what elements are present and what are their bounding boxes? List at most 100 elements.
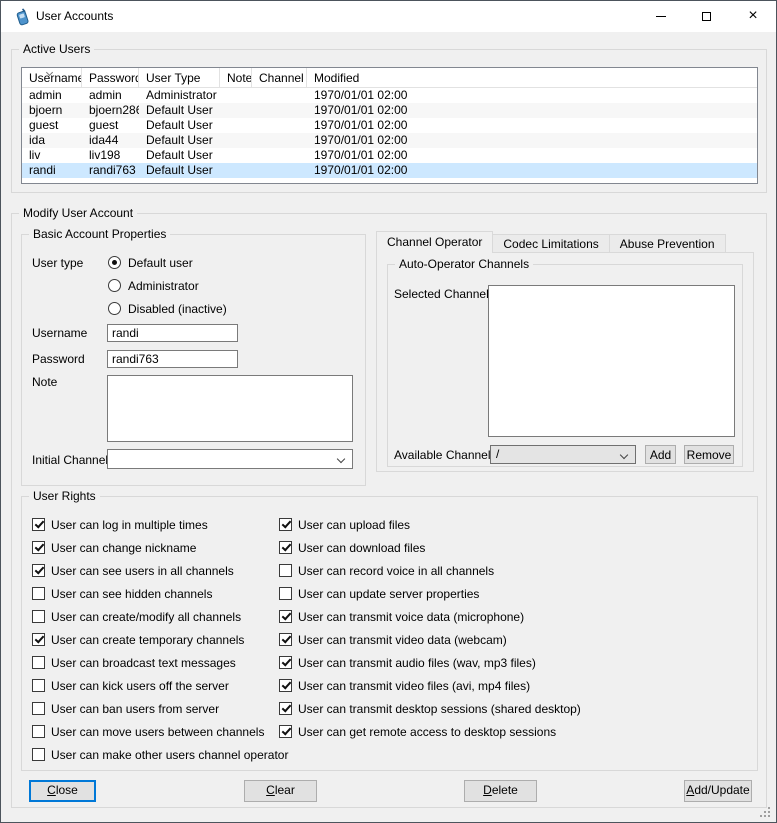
- available-channels-label: Available Channels: [394, 448, 497, 462]
- clear-button[interactable]: Clear: [244, 780, 317, 802]
- user-right-row[interactable]: User can create temporary channels: [32, 633, 244, 648]
- user-right-row[interactable]: User can download files: [279, 541, 425, 556]
- checkbox[interactable]: [279, 518, 292, 531]
- table-cell-username: bjoern: [22, 103, 82, 118]
- user-type-radio-row[interactable]: Administrator: [108, 279, 199, 294]
- maximize-button[interactable]: [684, 1, 730, 32]
- user-right-row[interactable]: User can transmit desktop sessions (shar…: [279, 702, 581, 717]
- selected-channels-list[interactable]: [488, 285, 735, 437]
- tab-bar: Channel OperatorCodec LimitationsAbuse P…: [376, 231, 725, 253]
- tab-abuse-prevention[interactable]: Abuse Prevention: [609, 234, 726, 253]
- minimize-button[interactable]: [638, 1, 684, 32]
- checkbox[interactable]: [32, 725, 45, 738]
- checkbox[interactable]: [279, 633, 292, 646]
- note-textarea[interactable]: [107, 375, 353, 442]
- checkbox[interactable]: [279, 587, 292, 600]
- user-right-row[interactable]: User can get remote access to desktop se…: [279, 725, 556, 740]
- table-cell-modified: 1970/01/01 02:00: [307, 88, 757, 103]
- checkbox[interactable]: [279, 564, 292, 577]
- table-cell-password: bjoern286: [82, 103, 139, 118]
- user-right-row[interactable]: User can transmit audio files (wav, mp3 …: [279, 656, 536, 671]
- user-right-row[interactable]: User can see users in all channels: [32, 564, 234, 579]
- active-users-group-label: Active Users: [19, 42, 94, 56]
- close-button[interactable]: Close: [29, 780, 96, 802]
- table-row[interactable]: guestguestDefault User1970/01/01 02:00: [22, 118, 757, 133]
- user-type-radio-row[interactable]: Disabled (inactive): [108, 302, 227, 317]
- delete-button[interactable]: Delete: [464, 780, 537, 802]
- password-input[interactable]: [107, 350, 238, 368]
- user-right-row[interactable]: User can broadcast text messages: [32, 656, 236, 671]
- user-right-row[interactable]: User can ban users from server: [32, 702, 219, 717]
- checkbox[interactable]: [32, 679, 45, 692]
- radio-button[interactable]: [108, 302, 121, 315]
- column-header[interactable]: Password: [82, 68, 139, 88]
- checkbox[interactable]: [32, 541, 45, 554]
- initial-channel-combobox[interactable]: [107, 449, 353, 469]
- user-right-row[interactable]: User can transmit video files (avi, mp4 …: [279, 679, 530, 694]
- username-input[interactable]: [107, 324, 238, 342]
- checkbox[interactable]: [279, 702, 292, 715]
- radio-button[interactable]: [108, 256, 121, 269]
- add-update-button[interactable]: Add/Update: [684, 780, 752, 802]
- table-row[interactable]: livliv198Default User1970/01/01 02:00: [22, 148, 757, 163]
- user-right-row[interactable]: User can record voice in all channels: [279, 564, 494, 579]
- table-cell-password: ida44: [82, 133, 139, 148]
- column-header[interactable]: Modified: [307, 68, 757, 88]
- table-row[interactable]: adminadminAdministrator1970/01/01 02:00: [22, 88, 757, 103]
- checkbox[interactable]: [279, 656, 292, 669]
- user-right-row[interactable]: User can transmit voice data (microphone…: [279, 610, 524, 625]
- checkbox[interactable]: [32, 633, 45, 646]
- tab-codec-limitations[interactable]: Codec Limitations: [492, 234, 609, 253]
- note-label: Note: [32, 375, 57, 389]
- table-row[interactable]: randirandi763Default User1970/01/01 02:0…: [22, 163, 757, 178]
- checkbox[interactable]: [279, 541, 292, 554]
- resize-grip[interactable]: [760, 807, 772, 819]
- active-users-table[interactable]: UsernamePasswordUser TypeNoteChannelModi…: [21, 67, 758, 184]
- user-right-row[interactable]: User can update server properties: [279, 587, 479, 602]
- radio-button[interactable]: [108, 279, 121, 292]
- user-type-radio-row[interactable]: Default user: [108, 256, 193, 271]
- user-right-row[interactable]: User can see hidden channels: [32, 587, 212, 602]
- user-right-row[interactable]: User can change nickname: [32, 541, 196, 556]
- checkbox[interactable]: [32, 518, 45, 531]
- user-right-row[interactable]: User can kick users off the server: [32, 679, 229, 694]
- column-header[interactable]: Username: [22, 68, 82, 88]
- table-row[interactable]: idaida44Default User1970/01/01 02:00: [22, 133, 757, 148]
- radio-label: Disabled (inactive): [128, 302, 227, 316]
- checkbox-label: User can update server properties: [298, 587, 479, 601]
- table-cell-password: guest: [82, 118, 139, 133]
- column-header[interactable]: Channel: [252, 68, 307, 88]
- checkbox[interactable]: [32, 656, 45, 669]
- checkbox[interactable]: [279, 679, 292, 692]
- checkbox[interactable]: [32, 587, 45, 600]
- close-window-button[interactable]: ×: [730, 1, 776, 32]
- checkbox[interactable]: [32, 610, 45, 623]
- remove-button[interactable]: Remove: [684, 445, 734, 464]
- checkbox[interactable]: [279, 610, 292, 623]
- user-right-row[interactable]: User can create/modify all channels: [32, 610, 241, 625]
- minimize-icon: [656, 16, 666, 17]
- table-cell-username: guest: [22, 118, 82, 133]
- checkbox[interactable]: [32, 564, 45, 577]
- tab-channel-operator[interactable]: Channel Operator: [376, 231, 493, 253]
- table-cell-modified: 1970/01/01 02:00: [307, 163, 757, 178]
- checkbox-label: User can upload files: [298, 518, 410, 532]
- checkbox[interactable]: [279, 725, 292, 738]
- table-cell-user_type: Administrator: [139, 88, 220, 103]
- window-title: User Accounts: [36, 1, 113, 32]
- table-cell-user_type: Default User: [139, 148, 220, 163]
- user-right-row[interactable]: User can move users between channels: [32, 725, 264, 740]
- user-right-row[interactable]: User can transmit video data (webcam): [279, 633, 507, 648]
- add-button[interactable]: Add: [645, 445, 676, 464]
- checkbox[interactable]: [32, 748, 45, 761]
- user-right-row[interactable]: User can log in multiple times: [32, 518, 208, 533]
- table-cell-note: [220, 148, 252, 163]
- table-row[interactable]: bjoernbjoern286Default User1970/01/01 02…: [22, 103, 757, 118]
- available-channels-value: /: [496, 447, 499, 461]
- available-channels-combobox[interactable]: /: [490, 445, 636, 464]
- user-right-row[interactable]: User can upload files: [279, 518, 410, 533]
- column-header[interactable]: Note: [220, 68, 252, 88]
- checkbox[interactable]: [32, 702, 45, 715]
- user-right-row[interactable]: User can make other users channel operat…: [32, 748, 288, 763]
- column-header[interactable]: User Type: [139, 68, 220, 88]
